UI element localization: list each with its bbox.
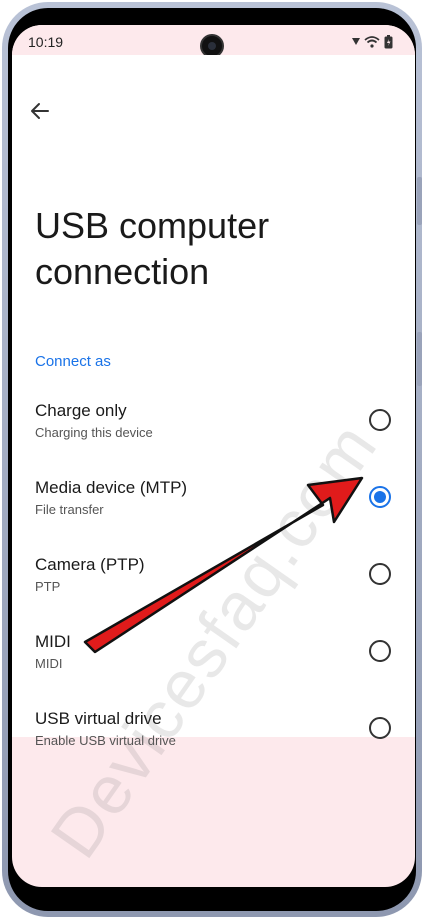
- radio-button[interactable]: [369, 717, 391, 739]
- option-subtitle: Enable USB virtual drive: [35, 733, 176, 748]
- status-icons: [352, 35, 393, 49]
- radio-button-selected[interactable]: [369, 486, 391, 508]
- option-title: MIDI: [35, 632, 71, 651]
- arrow-back-icon[interactable]: [28, 99, 52, 123]
- option-title: Media device (MTP): [35, 478, 188, 497]
- radio-button[interactable]: [369, 640, 391, 662]
- option-title: USB virtual drive: [35, 709, 162, 728]
- option-camera-ptp[interactable]: Camera (PTP) PTP: [12, 551, 415, 621]
- option-usb-virtual-drive[interactable]: USB virtual drive Enable USB virtual dri…: [12, 705, 415, 775]
- settings-page: USB computer connection Connect as Charg…: [12, 55, 415, 748]
- option-midi[interactable]: MIDI MIDI: [12, 628, 415, 698]
- volume-button: [417, 177, 422, 225]
- power-button: [417, 332, 422, 386]
- battery-charging-icon: [384, 35, 393, 49]
- option-title: Charge only: [35, 401, 127, 420]
- signal-icon: [352, 38, 360, 45]
- option-media-device-mtp[interactable]: Media device (MTP) File transfer: [12, 474, 415, 544]
- option-subtitle: Charging this device: [35, 425, 153, 440]
- screen: 10:19 USB computer connection Connect as…: [12, 25, 415, 887]
- section-header: Connect as: [35, 353, 111, 370]
- option-subtitle: PTP: [35, 579, 61, 594]
- page-title: USB computer connection: [35, 205, 270, 292]
- radio-button[interactable]: [369, 563, 391, 585]
- option-subtitle: File transfer: [35, 502, 104, 517]
- wifi-icon: [364, 36, 380, 48]
- option-subtitle: MIDI: [35, 656, 63, 671]
- status-time: 10:19: [28, 34, 64, 50]
- option-charge-only[interactable]: Charge only Charging this device: [12, 397, 415, 467]
- option-title: Camera (PTP): [35, 555, 145, 574]
- radio-button[interactable]: [369, 409, 391, 431]
